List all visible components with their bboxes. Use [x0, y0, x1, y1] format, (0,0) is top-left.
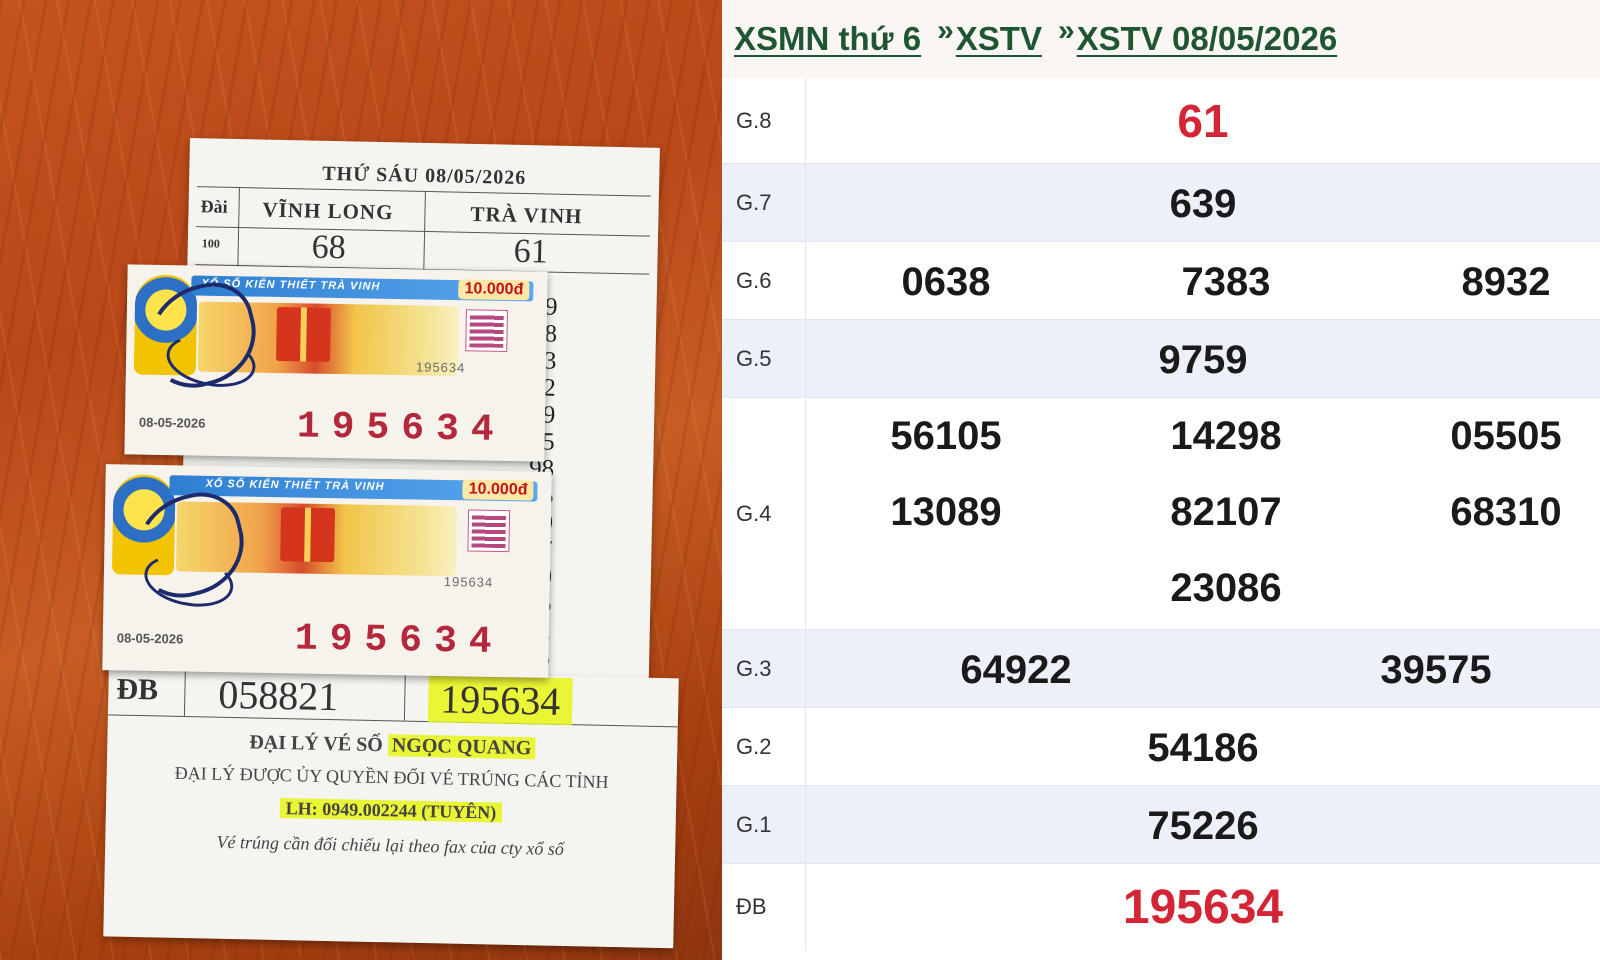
- prize-label: G.3: [722, 630, 806, 707]
- prize-row-db: ĐB 195634: [722, 864, 1600, 950]
- ticket-price: 10.000đ: [458, 279, 530, 301]
- contact-line: LH: 0949.002244 (TUYÊN): [279, 798, 503, 823]
- prize-value-special: 195634: [1122, 881, 1284, 934]
- prize-value: 56105: [890, 414, 1002, 458]
- prize-value: 23086: [1170, 566, 1282, 610]
- breadcrumb: XSMN thứ 6 »XSTV »XSTV 08/05/2026: [722, 0, 1600, 78]
- results-panel: XSMN thứ 6 »XSTV »XSTV 08/05/2026 G.8 61 G…: [722, 0, 1600, 960]
- prize-value: 8932: [1461, 260, 1551, 304]
- sheet-db-tra-vinh: 195634: [427, 675, 573, 726]
- prize-value: 639: [1169, 182, 1237, 226]
- qr-code-icon: [467, 509, 511, 553]
- prize-label: G.5: [722, 320, 806, 397]
- lottery-ticket: XỔ SỐ KIẾN THIẾT TRÀ VINH 10.000đ 195634…: [124, 264, 548, 462]
- ticket-number: 195634: [296, 405, 507, 452]
- prize-value: 0638: [901, 260, 991, 304]
- prize-value: 39575: [1380, 648, 1492, 692]
- lottery-photo: THỨ SÁU 08/05/2026 Đài VĨNH LONG TRÀ VIN…: [0, 0, 722, 960]
- prize-row-g3: G.3 64922 39575: [722, 630, 1600, 708]
- breadcrumb-separator: »: [1057, 14, 1075, 47]
- prize-label: G.6: [722, 242, 806, 319]
- breadcrumb-xstv-date[interactable]: XSTV 08/05/2026: [1077, 20, 1338, 57]
- qr-code-icon: [465, 309, 508, 352]
- prize-value: 64922: [960, 648, 1072, 692]
- gift-icon: [280, 507, 336, 563]
- prize-value: 14298: [1170, 414, 1282, 458]
- lottery-ticket: XỔ SỐ KIẾN THIẾT TRÀ VINH 10.000đ 195634…: [102, 464, 552, 678]
- prize-value: 9759: [1158, 338, 1248, 382]
- prize-value: 7383: [1181, 260, 1271, 304]
- prize-row-g1: G.1 75226: [722, 786, 1600, 864]
- ticket-date: 08-05-2026: [138, 414, 206, 431]
- breadcrumb-xsmn-thu-6[interactable]: XSMN thứ 6: [734, 20, 921, 57]
- sheet-db-vinh-long: 058821: [217, 671, 339, 720]
- agent-prefix: ĐẠI LÝ VÉ SỐ: [249, 731, 384, 757]
- agent-name: NGỌC QUANG: [387, 734, 536, 760]
- prize-value: 82107: [1170, 490, 1282, 534]
- prize-row-g2: G.2 54186: [722, 708, 1600, 786]
- prize-row-g5: G.5 9759: [722, 320, 1600, 398]
- prize-label: G.1: [722, 786, 806, 863]
- prize-row-g6: G.6 0638 7383 8932: [722, 242, 1600, 320]
- ticket-number: 195634: [294, 617, 504, 665]
- authorized-line: ĐẠI LÝ ĐƯỢC ỦY QUYỀN ĐỔI VÉ TRÚNG CÁC TỈ…: [174, 762, 609, 792]
- ticket-date: 08-05-2026: [116, 630, 184, 647]
- results-table: G.8 61 G.7 639 G.6 0638 7383 8932 G.5 97…: [722, 78, 1600, 950]
- prize-value: 61: [1177, 95, 1229, 147]
- prize-label: G.2: [722, 708, 806, 785]
- prize-label: ĐB: [722, 864, 806, 950]
- prize-row-g7: G.7 639: [722, 164, 1600, 242]
- ticket-serial-small: 195634: [415, 359, 466, 376]
- prize-row-g4: G.4 56105 14298 05505 13089 82107 68310 …: [722, 398, 1600, 630]
- ticket-price: 10.000đ: [462, 479, 534, 501]
- gift-icon: [276, 306, 331, 362]
- sheet-footer: ĐẠI LÝ VÉ SỐ NGỌC QUANG ĐẠI LÝ ĐƯỢC ỦY Q…: [105, 728, 677, 862]
- prize-value: 13089: [890, 490, 1002, 534]
- prize-label: G.4: [722, 398, 806, 629]
- breadcrumb-xstv[interactable]: XSTV: [956, 20, 1042, 57]
- breadcrumb-separator: »: [937, 14, 954, 47]
- ticket-serial-small: 195634: [443, 574, 494, 590]
- prize-row-g8: G.8 61: [722, 78, 1600, 164]
- prize-label: G.8: [722, 78, 806, 163]
- sheet-db-label: ĐB: [116, 672, 159, 707]
- prize-value: 05505: [1450, 414, 1562, 458]
- prize-value: 75226: [1147, 804, 1259, 848]
- prize-value: 68310: [1450, 490, 1562, 534]
- prize-label: G.7: [722, 164, 806, 241]
- prize-value: 54186: [1147, 726, 1259, 770]
